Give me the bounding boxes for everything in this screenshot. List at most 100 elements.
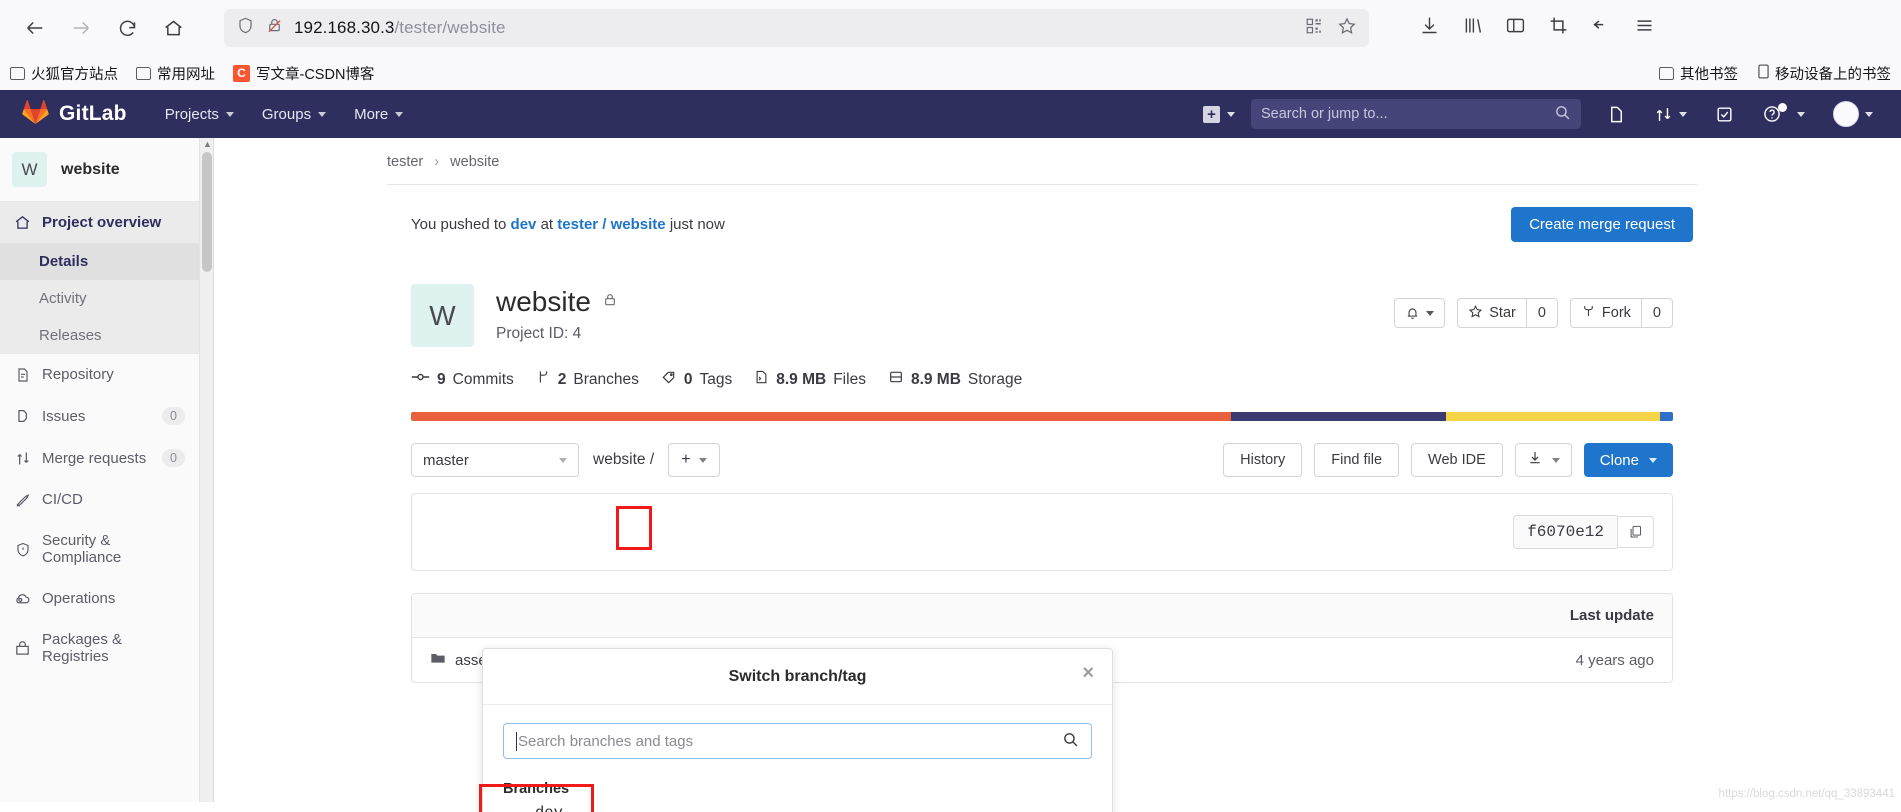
stat-commits[interactable]: 9 Commits [411, 370, 536, 389]
copy-icon[interactable] [1617, 516, 1654, 548]
bookmark-item[interactable]: 火狐官方站点 [10, 63, 118, 84]
download-icon[interactable] [1419, 15, 1440, 41]
screenshot-icon[interactable] [1548, 15, 1569, 41]
stat-storage[interactable]: 8.9 MB Storage [888, 369, 1044, 390]
sidebar-item-cicd[interactable]: CI/CD [0, 479, 199, 520]
stat-branches[interactable]: 2 Branches [536, 369, 661, 390]
search-placeholder: Search or jump to... [1261, 106, 1388, 122]
bookmark-mobile-folder[interactable]: 移动设备上的书签 [1758, 63, 1891, 84]
stat-files-value: 8.9 MB [776, 370, 827, 388]
chevron-down-icon [1227, 111, 1235, 117]
star-label: Star [1489, 305, 1516, 321]
home-icon[interactable] [152, 7, 194, 49]
push-project-link[interactable]: tester / website [557, 216, 665, 233]
sidebar-item-merge-requests[interactable]: Merge requests 0 [0, 437, 199, 479]
csdn-icon: C [233, 64, 250, 82]
branch-item-dev[interactable]: dev [503, 797, 1092, 812]
star-icon [1468, 304, 1483, 323]
notification-dropdown-button[interactable] [1394, 298, 1446, 328]
fork-label: Fork [1601, 305, 1631, 321]
address-bar[interactable]: 192.168.30.3/tester/website [224, 9, 1369, 47]
rocket-icon [14, 491, 31, 508]
merge-requests-nav-button[interactable] [1640, 105, 1701, 124]
sidebar-label: Issues [42, 407, 86, 425]
stat-tags[interactable]: 0 Tags [661, 369, 754, 390]
document-icon [14, 366, 31, 383]
avatar [1833, 101, 1859, 127]
project-header: W website Project ID: 4 Star 0 Fork 0 [387, 264, 1697, 347]
sidebar-item-issues[interactable]: Issues 0 [0, 395, 199, 437]
bookmark-item[interactable]: C 写文章-CSDN博客 [233, 63, 374, 84]
find-file-button[interactable]: Find file [1314, 443, 1400, 477]
back-arrow-icon[interactable] [14, 7, 56, 49]
clone-label: Clone [1599, 451, 1639, 469]
clone-button[interactable]: Clone [1583, 443, 1673, 477]
scroll-up-arrow[interactable]: ▲ [203, 139, 212, 149]
reload-icon[interactable] [106, 7, 148, 49]
web-ide-button[interactable]: Web IDE [1411, 443, 1503, 477]
issues-nav-button[interactable] [1593, 105, 1640, 124]
sidebar-overview-group: Project overview Details Activity Releas… [0, 202, 199, 354]
push-branch-link[interactable]: dev [511, 216, 537, 233]
chevron-down-icon [1797, 111, 1805, 117]
help-nav-button[interactable] [1748, 102, 1819, 124]
shield-icon [236, 16, 255, 40]
download-source-button[interactable] [1514, 443, 1572, 477]
sidebar-item-repository[interactable]: Repository [0, 354, 199, 395]
todos-nav-button[interactable] [1701, 105, 1748, 124]
bookmark-item[interactable]: 常用网址 [136, 63, 215, 84]
qrcode-icon[interactable] [1305, 17, 1323, 40]
sidebar-label: Merge requests [42, 449, 147, 467]
sidebar-item-releases[interactable]: Releases [0, 317, 199, 354]
add-to-repo-button[interactable]: + [668, 443, 720, 477]
sidebar-item-activity[interactable]: Activity [0, 280, 199, 317]
branch-selector-button[interactable]: master [411, 443, 579, 477]
breadcrumb-project[interactable]: website [450, 154, 499, 170]
breadcrumb-group[interactable]: tester [387, 154, 423, 170]
sidebar-item-security[interactable]: Security & Compliance [0, 520, 199, 578]
sidebar-toggle-icon[interactable] [1505, 15, 1526, 41]
stat-files[interactable]: 8.9 MB Files [754, 369, 888, 390]
forward-arrow-icon[interactable] [60, 7, 102, 49]
nav-more[interactable]: More [340, 92, 417, 137]
create-merge-request-button[interactable]: Create merge request [1511, 207, 1693, 242]
breadcrumb: tester › website [387, 138, 1697, 184]
sidebar-item-operations[interactable]: Operations [0, 578, 199, 619]
gitlab-top-nav: GitLab Projects Groups More + Search or … [0, 90, 1901, 138]
fork-icon [1581, 303, 1596, 323]
project-stats: 9 Commits 2 Branches 0 Tags 8.9 MB Files… [387, 347, 1697, 400]
bell-icon [1395, 299, 1444, 327]
commit-sha: f6070e12 [1513, 515, 1617, 549]
stat-commits-value: 9 [437, 370, 446, 388]
nav-projects[interactable]: Projects [151, 92, 248, 137]
undo-icon[interactable] [1591, 15, 1612, 41]
sidebar-item-packages[interactable]: Packages & Registries [0, 619, 199, 677]
chevron-down-icon [225, 111, 234, 117]
library-icon[interactable] [1462, 15, 1483, 41]
scrollbar-thumb[interactable] [202, 152, 212, 272]
sidebar-item-details[interactable]: Details [0, 243, 199, 280]
menu-hamburger-icon[interactable] [1634, 15, 1655, 41]
new-item-button[interactable]: + [1187, 105, 1251, 123]
close-icon[interactable]: × [1082, 663, 1094, 683]
nav-groups[interactable]: Groups [248, 92, 340, 137]
sidebar-item-project-overview[interactable]: Project overview [0, 202, 199, 243]
fork-count: 0 [1640, 299, 1672, 327]
search-input[interactable]: Search or jump to... [1251, 99, 1581, 129]
page-scrollbar[interactable]: ▲ [200, 138, 214, 802]
branch-search-input[interactable]: Search branches and tags [503, 723, 1092, 759]
gitlab-logo[interactable]: GitLab [8, 99, 141, 130]
files-icon [754, 369, 769, 390]
bookmark-star-icon[interactable] [1337, 16, 1357, 41]
merge-requests-count-badge: 0 [162, 449, 185, 467]
issue-icon [14, 408, 31, 425]
project-avatar: W [12, 152, 47, 187]
star-button[interactable]: Star 0 [1457, 298, 1558, 328]
fork-button[interactable]: Fork 0 [1569, 298, 1673, 328]
bookmark-other-folder[interactable]: 其他书签 [1659, 63, 1738, 84]
stat-branches-value: 2 [557, 370, 567, 388]
user-menu-button[interactable] [1819, 101, 1887, 127]
history-button[interactable]: History [1223, 443, 1303, 477]
sidebar-project-header[interactable]: W website [0, 138, 199, 202]
chevron-down-icon [318, 111, 327, 117]
